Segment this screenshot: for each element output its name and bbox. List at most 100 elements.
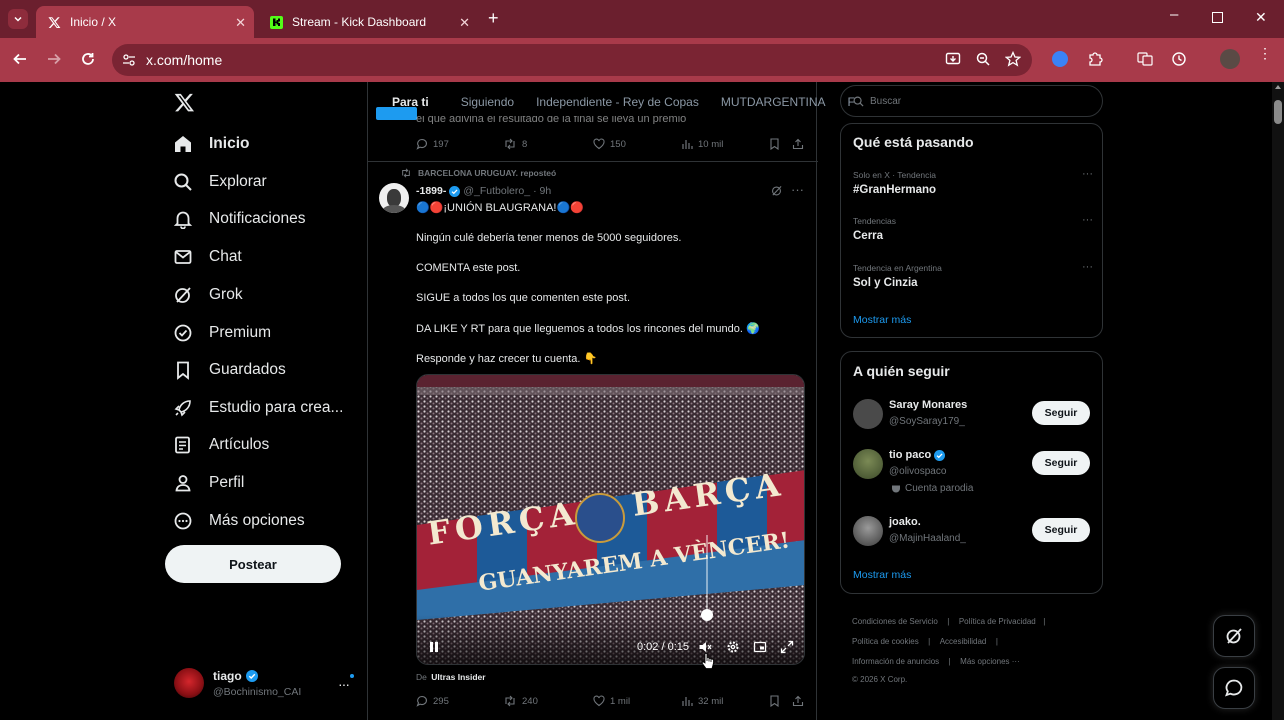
- follow-name: joako.: [889, 516, 921, 528]
- author-avatar[interactable]: [379, 183, 409, 213]
- tab-search-button[interactable]: [8, 9, 28, 29]
- follow-handle: @MajinHaaland_: [889, 533, 966, 544]
- sidebar-item-grok[interactable]: Grok: [172, 280, 243, 310]
- account-switcher[interactable]: tiago @Bochinismo_CAI ···: [172, 666, 362, 706]
- reply-stat[interactable]: 197: [416, 138, 449, 150]
- translate-icon[interactable]: [1137, 51, 1153, 67]
- profile-avatar[interactable]: [1220, 49, 1240, 69]
- scroll-up-arrow-icon[interactable]: [1275, 85, 1281, 89]
- bookmark-icon[interactable]: [769, 138, 780, 150]
- trend-item[interactable]: Tendencias Cerra ···: [853, 214, 1093, 242]
- author-name[interactable]: -1899-: [416, 185, 446, 197]
- scrollbar-thumb[interactable]: [1274, 100, 1282, 124]
- tab-siguiendo[interactable]: Siguiendo: [449, 82, 524, 120]
- follow-suggestion[interactable]: joako. @MajinHaaland_ Seguir: [853, 514, 1093, 554]
- sidebar-item-premium[interactable]: Premium: [172, 318, 271, 348]
- sidebar-item-label: Artículos: [209, 436, 270, 453]
- repost-stat[interactable]: 8: [503, 138, 527, 150]
- account-more-icon[interactable]: ···: [338, 676, 350, 692]
- repost-stat[interactable]: 240: [503, 695, 538, 707]
- trend-more-icon[interactable]: ···: [1082, 214, 1093, 226]
- close-tab-icon[interactable]: ✕: [235, 15, 246, 31]
- zoom-icon[interactable]: [975, 51, 991, 67]
- bookmark-icon[interactable]: [769, 695, 780, 707]
- tab-x-home[interactable]: Inicio / X ✕: [36, 6, 254, 38]
- sidebar-item-notificaciones[interactable]: Notificaciones: [172, 204, 306, 234]
- share-icon[interactable]: [792, 138, 804, 150]
- extension-icon[interactable]: [1052, 51, 1068, 67]
- back-arrow-icon[interactable]: [12, 51, 28, 67]
- history-icon[interactable]: [1171, 51, 1187, 67]
- sidebar-item-estudio[interactable]: Estudio para crea...: [172, 393, 343, 423]
- sidebar-item-perfil[interactable]: Perfil: [172, 468, 244, 498]
- sidebar-item-explorar[interactable]: Explorar: [172, 167, 267, 197]
- sidebar-item-articulos[interactable]: Artículos: [172, 430, 269, 460]
- follow-button[interactable]: Seguir: [1032, 518, 1090, 542]
- sidebar-item-inicio[interactable]: Inicio: [172, 129, 249, 159]
- tab-independiente[interactable]: Independiente - Rey de Copas: [524, 82, 709, 120]
- trend-more-icon[interactable]: ···: [1082, 168, 1093, 180]
- sidebar-item-label: Grok: [209, 286, 243, 303]
- maximize-button[interactable]: [1212, 12, 1223, 23]
- search-input[interactable]: Buscar: [840, 85, 1103, 117]
- site-settings-icon[interactable]: [122, 53, 136, 67]
- pip-icon[interactable]: [753, 640, 767, 654]
- video-player[interactable]: FORÇA BARÇA GUANYAREM A VÈNCER! 0:02 / 0…: [416, 374, 805, 665]
- like-stat[interactable]: 150: [593, 138, 626, 150]
- tab-kick-dashboard[interactable]: Stream - Kick Dashboard ✕: [258, 6, 478, 38]
- minimize-button[interactable]: –: [1170, 6, 1184, 23]
- follow-button[interactable]: Seguir: [1032, 451, 1090, 475]
- follow-suggestion[interactable]: tio paco @olivospaco Cuenta parodia Segu…: [853, 447, 1093, 501]
- post-more-icon[interactable]: ···: [791, 182, 804, 197]
- trend-item[interactable]: Solo en X · Tendencia #GranHermano ···: [853, 168, 1093, 196]
- post-button[interactable]: Postear: [165, 545, 341, 583]
- bookmark-star-icon[interactable]: [1005, 51, 1021, 67]
- page-scrollbar[interactable]: [1272, 82, 1284, 720]
- tab-para-ti[interactable]: Para ti: [368, 82, 449, 120]
- fullscreen-icon[interactable]: [780, 640, 794, 654]
- address-bar[interactable]: x.com/home: [112, 44, 1032, 76]
- trend-more-icon[interactable]: ···: [1082, 261, 1093, 273]
- views-stat[interactable]: 32 mil: [681, 695, 723, 707]
- pause-icon[interactable]: [428, 641, 440, 653]
- grok-explain-icon[interactable]: [771, 185, 782, 196]
- install-app-icon[interactable]: [945, 51, 961, 67]
- reload-icon[interactable]: [80, 51, 96, 67]
- like-stat[interactable]: 1 mil: [593, 695, 630, 707]
- messages-floating-button[interactable]: [1213, 667, 1255, 709]
- footer-terms-link[interactable]: Condiciones de Servicio: [852, 617, 938, 626]
- footer-privacy-link[interactable]: Política de Privacidad: [959, 617, 1036, 626]
- trend-context: Tendencia en Argentina: [853, 263, 942, 273]
- extensions-puzzle-icon[interactable]: [1087, 51, 1103, 67]
- reply-stat[interactable]: 295: [416, 695, 449, 707]
- from-source-link[interactable]: Ultras Insider: [431, 672, 485, 682]
- copyright: © 2026 X Corp.: [852, 675, 908, 684]
- browser-menu-icon[interactable]: ⋮: [1258, 46, 1272, 60]
- author-handle[interactable]: @_Futbolero_: [463, 185, 530, 197]
- close-tab-icon[interactable]: ✕: [459, 15, 470, 31]
- follow-suggestion[interactable]: Saray Monares @SoySaray179_ Seguir: [853, 397, 1093, 437]
- footer-more-link[interactable]: Más opciones ···: [960, 657, 1020, 666]
- volume-slider[interactable]: [701, 535, 713, 621]
- follow-show-more-link[interactable]: Mostrar más: [853, 569, 911, 581]
- tab-mutdargentina[interactable]: MUTDARGENTINA: [709, 82, 836, 120]
- x-logo-icon[interactable]: [174, 92, 195, 113]
- settings-gear-icon[interactable]: [726, 640, 740, 654]
- footer-cookies-link[interactable]: Política de cookies: [852, 637, 919, 646]
- footer-links: Condiciones de Servicio | Política de Pr…: [852, 611, 1102, 689]
- forward-arrow-icon[interactable]: [46, 51, 62, 67]
- sidebar-item-chat[interactable]: Chat: [172, 242, 242, 272]
- new-tab-button[interactable]: +: [488, 9, 499, 27]
- footer-accessibility-link[interactable]: Accesibilidad: [940, 637, 987, 646]
- sidebar-item-guardados[interactable]: Guardados: [172, 355, 286, 385]
- trends-show-more-link[interactable]: Mostrar más: [853, 314, 911, 326]
- share-icon[interactable]: [792, 695, 804, 707]
- sidebar-item-mas-opciones[interactable]: Más opciones: [172, 506, 305, 536]
- views-stat[interactable]: 10 mil: [681, 138, 723, 150]
- follow-button[interactable]: Seguir: [1032, 401, 1090, 425]
- volume-slider-handle[interactable]: [701, 609, 713, 621]
- trend-item[interactable]: Tendencia en Argentina Sol y Cinzia ···: [853, 261, 1093, 289]
- footer-ads-info-link[interactable]: Información de anuncios: [852, 657, 939, 666]
- close-window-button[interactable]: ✕: [1255, 9, 1267, 26]
- grok-floating-button[interactable]: [1213, 615, 1255, 657]
